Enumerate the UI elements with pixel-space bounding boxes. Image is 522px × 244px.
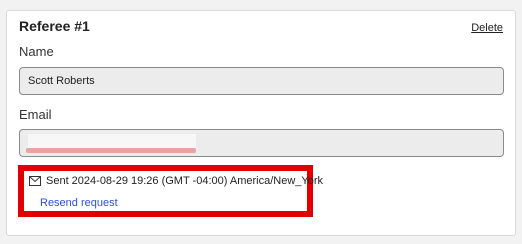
delete-link[interactable]: Delete (471, 22, 503, 34)
mail-icon (29, 176, 41, 186)
resend-request-link[interactable]: Resend request (40, 197, 118, 209)
sent-status-row: Sent 2024-08-29 19:26 (GMT -04:00) Ameri… (29, 175, 323, 187)
redaction-underline (26, 148, 196, 153)
name-field[interactable]: Scott Roberts (19, 67, 504, 95)
redaction-block (28, 134, 196, 148)
email-label: Email (19, 107, 52, 122)
name-label: Name (19, 44, 54, 59)
email-field[interactable] (19, 129, 504, 157)
referee-title: Referee #1 (19, 18, 90, 34)
request-status-box: Sent 2024-08-29 19:26 (GMT -04:00) Ameri… (18, 165, 323, 217)
referee-card: Referee #1 Delete Name Scott Roberts Ema… (6, 10, 516, 236)
sent-text: Sent 2024-08-29 19:26 (GMT -04:00) Ameri… (46, 175, 323, 187)
